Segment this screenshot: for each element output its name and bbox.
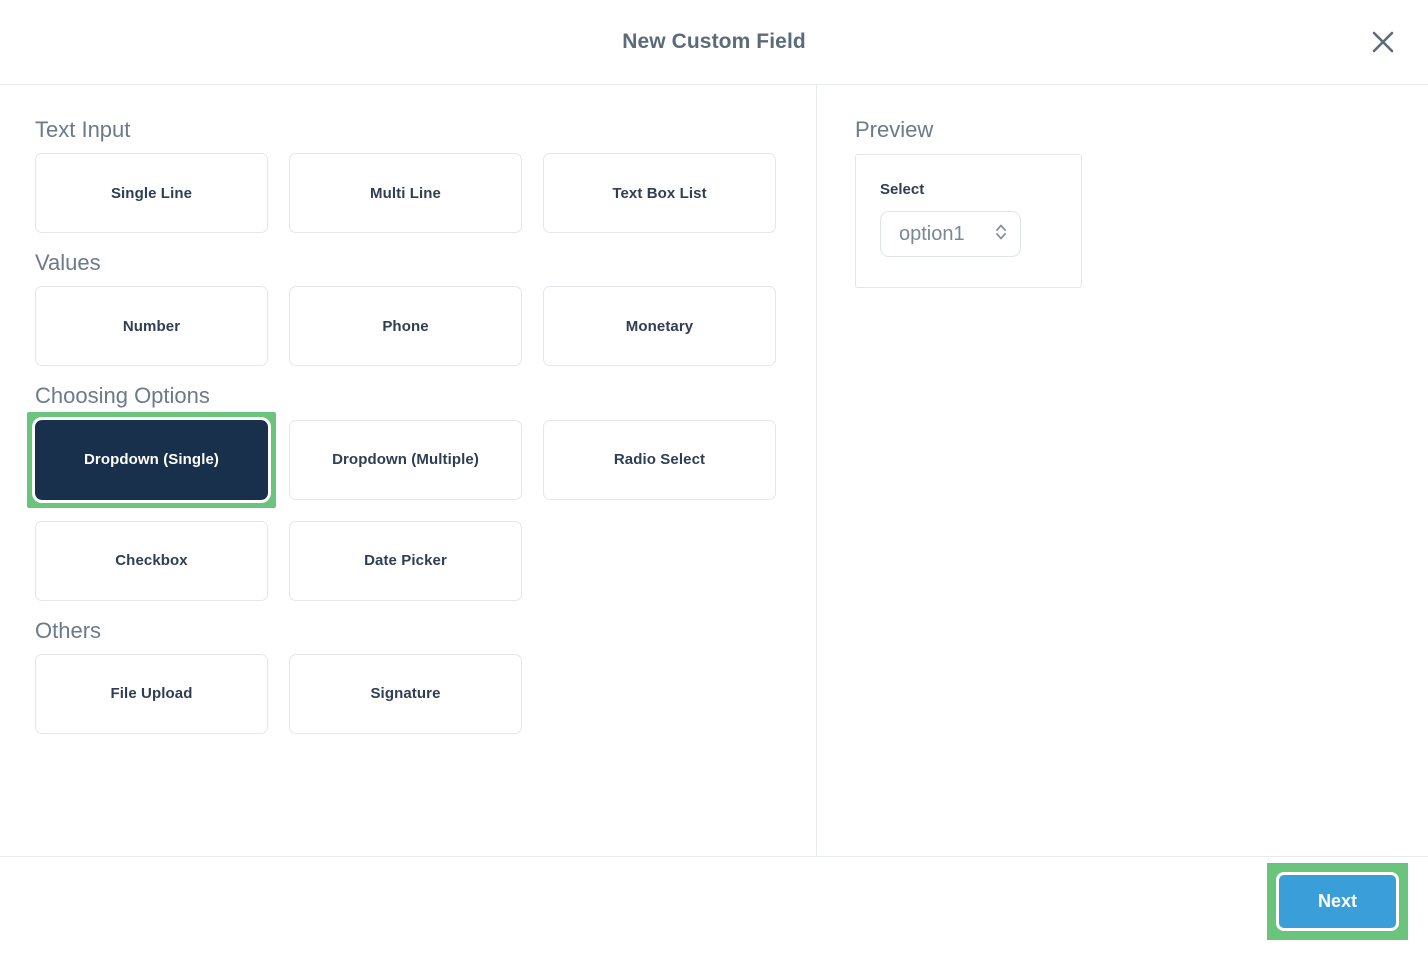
section-header-text-input: Text Input [35, 117, 131, 142]
select-stepper-icon [994, 221, 1008, 248]
preview-box: Select option1 [855, 154, 1082, 289]
preview-select-input[interactable]: option1 [880, 211, 1021, 258]
selection-highlight-annotation: Dropdown (Single) [27, 411, 276, 508]
new-custom-field-modal: New Custom Field Text Input Single Line … [0, 0, 1428, 966]
section-header-others: Others [35, 617, 102, 643]
preview-header: Preview [855, 117, 934, 142]
type-option-date-picker[interactable]: Date Picker [289, 520, 522, 601]
section-header-choosing-options: Choosing Options [35, 383, 210, 409]
type-grid-text-input: Single Line Multi Line Text Box List [35, 153, 780, 234]
type-option-number[interactable]: Number [35, 286, 268, 367]
next-highlight-annotation: Next [1267, 863, 1408, 940]
type-option-checkbox[interactable]: Checkbox [35, 520, 268, 601]
close-button[interactable] [1361, 20, 1405, 64]
type-option-monetary[interactable]: Monetary [543, 286, 776, 367]
type-option-text-box-list[interactable]: Text Box List [543, 153, 776, 234]
type-grid-values: Number Phone Monetary [35, 286, 780, 367]
preview-field-label: Select [880, 181, 925, 199]
close-icon [1370, 29, 1396, 55]
type-option-single-line[interactable]: Single Line [35, 153, 268, 234]
modal-body: Text Input Single Line Multi Line Text B… [0, 85, 1428, 857]
preview-pane: Preview Select option1 [817, 85, 1428, 856]
type-option-dropdown-multiple[interactable]: Dropdown (Multiple) [289, 419, 522, 500]
type-option-radio-select[interactable]: Radio Select [543, 419, 776, 500]
preview-select-value: option1 [899, 222, 965, 245]
modal-footer: Next [0, 857, 1428, 966]
modal-header: New Custom Field [0, 0, 1428, 85]
section-header-values: Values [35, 250, 101, 276]
type-option-phone[interactable]: Phone [289, 286, 522, 367]
type-option-dropdown-single[interactable]: Dropdown (Single) [32, 416, 271, 503]
type-grid-others: File Upload Signature [35, 653, 780, 734]
type-option-file-upload[interactable]: File Upload [35, 653, 268, 734]
type-option-multi-line[interactable]: Multi Line [289, 153, 522, 234]
page-title: New Custom Field [622, 30, 806, 53]
field-type-picker: Text Input Single Line Multi Line Text B… [0, 85, 817, 856]
type-option-signature[interactable]: Signature [289, 653, 522, 734]
type-grid-choosing-options: Dropdown (Single) Dropdown (Multiple) Ra… [27, 411, 780, 601]
next-button[interactable]: Next [1276, 872, 1399, 931]
